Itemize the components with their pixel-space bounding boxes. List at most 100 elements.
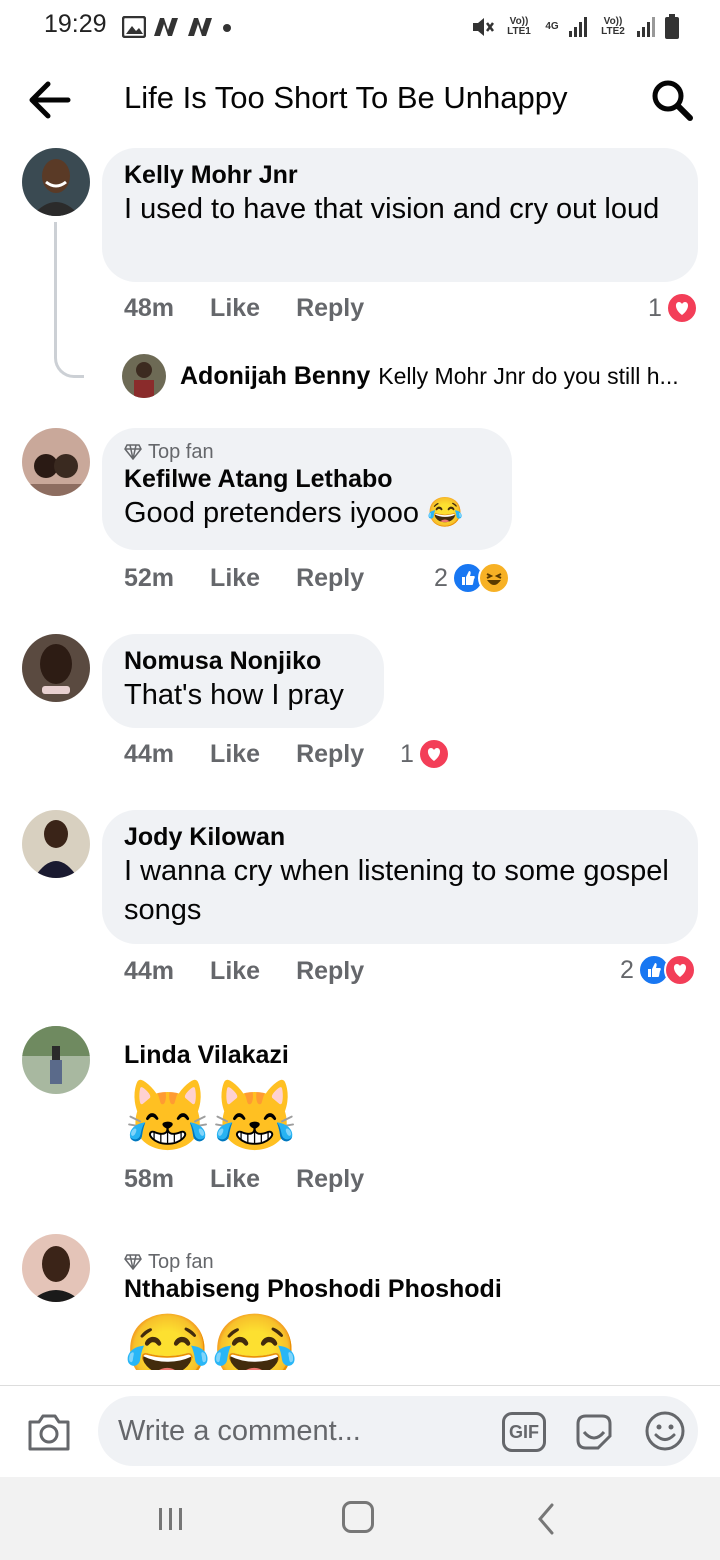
reply-button[interactable]: Reply bbox=[296, 957, 364, 986]
comment-actions: 48m Like Reply bbox=[124, 294, 364, 323]
comment-bubble[interactable]: Nomusa Nonjiko That's how I pray bbox=[102, 634, 384, 728]
dot-icon bbox=[223, 24, 231, 32]
top-fan-label: Top fan bbox=[148, 441, 214, 463]
reply-thread-line bbox=[54, 222, 84, 378]
avatar[interactable] bbox=[22, 634, 90, 702]
comment-bubble[interactable]: Top fan Kefilwe Atang Lethabo Good prete… bbox=[102, 428, 512, 550]
comment-actions: 52m Like Reply bbox=[124, 564, 364, 593]
reply-author[interactable]: Adonijah Benny bbox=[180, 362, 370, 391]
notification-icons bbox=[122, 14, 234, 40]
reaction-summary[interactable]: 1 bbox=[400, 738, 450, 770]
sticker-icon bbox=[576, 1414, 612, 1450]
emoji-icon bbox=[645, 1411, 685, 1451]
comment-author[interactable]: Kefilwe Atang Lethabo bbox=[124, 464, 490, 494]
comment-time[interactable]: 48m bbox=[124, 294, 174, 323]
like-button[interactable]: Like bbox=[210, 564, 260, 593]
comment-author[interactable]: Nomusa Nonjiko bbox=[124, 646, 362, 676]
reply-preview[interactable]: Adonijah Benny Kelly Mohr Jnr do you sti… bbox=[122, 354, 702, 398]
comment-author[interactable]: Nthabiseng Phoshodi Phoshodi bbox=[124, 1274, 502, 1304]
comment-text: I wanna cry when listening to some gospe… bbox=[124, 855, 669, 926]
comment-time[interactable]: 44m bbox=[124, 957, 174, 986]
reaction-summary[interactable]: 2 bbox=[620, 954, 696, 986]
comment-text: Good pretenders iyooo 😂 bbox=[124, 497, 464, 529]
app-n-icon bbox=[188, 18, 212, 36]
reaction-summary[interactable]: 1 bbox=[648, 292, 698, 324]
comment-bubble[interactable]: Jody Kilowan I wanna cry when listening … bbox=[102, 810, 698, 944]
comment-content: Linda Vilakazi 😹😹 bbox=[124, 1040, 298, 1156]
signal-icon bbox=[569, 17, 587, 37]
system-status-icons: Vo)) LTE1 4G Vo)) LTE2 bbox=[470, 12, 680, 42]
comment-bubble[interactable]: Kelly Mohr Jnr I used to have that visio… bbox=[102, 148, 698, 282]
system-nav-bar bbox=[0, 1477, 720, 1560]
comment-text: 😹😹 bbox=[124, 1077, 299, 1155]
like-button[interactable]: Like bbox=[210, 740, 260, 769]
emoji-button[interactable] bbox=[644, 1410, 686, 1452]
home-button[interactable] bbox=[342, 1501, 374, 1533]
avatar[interactable] bbox=[122, 354, 166, 398]
comment-text: 😂😂 bbox=[124, 1311, 299, 1370]
arrow-left-icon bbox=[29, 81, 71, 119]
search-button[interactable] bbox=[650, 78, 694, 122]
comment-composer: GIF bbox=[0, 1385, 720, 1478]
battery-icon bbox=[665, 14, 679, 39]
top-fan-label: Top fan bbox=[148, 1251, 214, 1273]
back-button[interactable] bbox=[26, 78, 72, 122]
reply-button[interactable]: Reply bbox=[296, 1165, 364, 1194]
comment-actions: 44m Like Reply bbox=[124, 957, 364, 986]
reply-text: Kelly Mohr Jnr do you still h... bbox=[378, 362, 679, 389]
comment-actions: 44m Like Reply bbox=[124, 740, 364, 769]
top-fan-badge: Top fan bbox=[124, 440, 490, 464]
app-n-icon bbox=[154, 18, 178, 36]
nav-back-button[interactable] bbox=[532, 1501, 562, 1537]
love-reaction-icon bbox=[663, 954, 696, 986]
comment-content: Top fan Nthabiseng Phoshodi Phoshodi 😂😂 bbox=[124, 1250, 502, 1370]
signal-icon bbox=[637, 17, 655, 37]
camera-icon bbox=[28, 1414, 70, 1451]
avatar[interactable] bbox=[22, 1026, 90, 1094]
avatar[interactable] bbox=[22, 148, 90, 216]
like-button[interactable]: Like bbox=[210, 294, 260, 323]
haha-reaction-icon bbox=[477, 562, 510, 594]
recents-icon bbox=[159, 1508, 182, 1530]
page-title: Life Is Too Short To Be Unhappy bbox=[124, 80, 568, 115]
comment-author[interactable]: Jody Kilowan bbox=[124, 822, 676, 852]
search-icon bbox=[652, 80, 693, 121]
top-fan-badge: Top fan bbox=[124, 1250, 502, 1274]
diamond-icon bbox=[124, 1254, 142, 1270]
reply-button[interactable]: Reply bbox=[296, 564, 364, 593]
like-button[interactable]: Like bbox=[210, 1165, 260, 1194]
comment-time[interactable]: 58m bbox=[124, 1165, 174, 1194]
chevron-left-icon bbox=[538, 1503, 554, 1535]
sim2-label: Vo)) LTE2 bbox=[601, 16, 625, 37]
recents-button[interactable] bbox=[156, 1505, 186, 1533]
comment-actions: 58m Like Reply bbox=[124, 1165, 364, 1194]
header: Life Is Too Short To Be Unhappy bbox=[0, 60, 720, 140]
status-time: 19:29 bbox=[44, 10, 107, 38]
reaction-count: 1 bbox=[648, 293, 662, 322]
avatar[interactable] bbox=[22, 428, 90, 496]
status-bar: 19:29 Vo)) LTE1 4G Vo)) LTE2 bbox=[0, 0, 720, 56]
avatar[interactable] bbox=[22, 1234, 90, 1302]
reaction-summary[interactable]: 2 bbox=[434, 562, 510, 594]
like-button[interactable]: Like bbox=[210, 957, 260, 986]
gif-button[interactable]: GIF bbox=[502, 1412, 546, 1452]
reply-button[interactable]: Reply bbox=[296, 294, 364, 323]
love-reaction-icon bbox=[417, 738, 450, 770]
reply-button[interactable]: Reply bbox=[296, 740, 364, 769]
reaction-count: 2 bbox=[620, 955, 634, 984]
comment-text: That's how I pray bbox=[124, 679, 344, 711]
avatar[interactable] bbox=[22, 810, 90, 878]
comment-author[interactable]: Kelly Mohr Jnr bbox=[124, 160, 676, 190]
comment-time[interactable]: 52m bbox=[124, 564, 174, 593]
comment-time[interactable]: 44m bbox=[124, 740, 174, 769]
sim1-label: Vo)) LTE1 bbox=[507, 16, 531, 37]
comment-text: I used to have that vision and cry out l… bbox=[124, 193, 660, 225]
reaction-count: 2 bbox=[434, 563, 448, 592]
mute-icon bbox=[473, 18, 494, 36]
reaction-count: 1 bbox=[400, 739, 414, 768]
network-label: 4G bbox=[545, 21, 559, 32]
sticker-button[interactable] bbox=[572, 1410, 616, 1454]
comment-author[interactable]: Linda Vilakazi bbox=[124, 1040, 298, 1070]
camera-button[interactable] bbox=[26, 1412, 72, 1452]
gallery-icon bbox=[122, 16, 146, 38]
